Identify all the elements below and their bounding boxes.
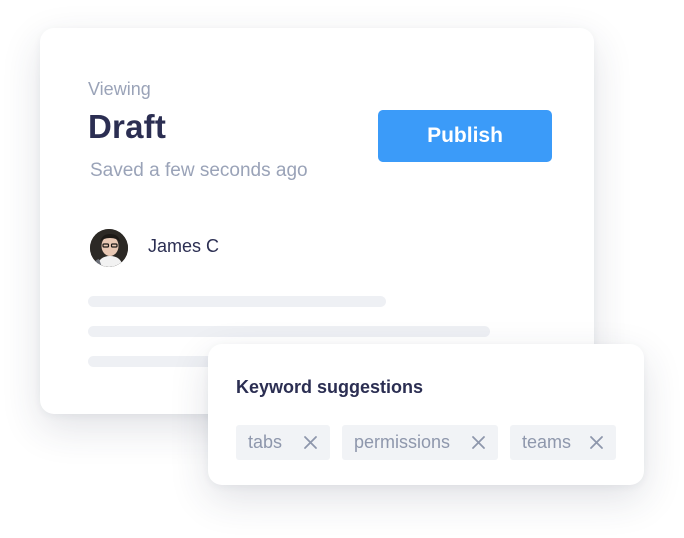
viewing-label: Viewing [88,79,151,99]
saved-status: Saved a few seconds ago [90,160,308,181]
avatar-photo [90,229,128,267]
close-icon[interactable] [303,435,318,450]
keyword-chip-label: tabs [248,432,283,452]
keyword-chip-permissions[interactable]: permissions [342,425,498,460]
close-icon[interactable] [471,435,486,450]
keyword-chip-label: permissions [354,432,451,452]
keyword-chip-teams[interactable]: teams [510,425,616,460]
close-icon[interactable] [589,435,604,450]
publish-button[interactable]: Publish [378,110,552,162]
avatar [90,229,128,267]
keyword-chip-tabs[interactable]: tabs [236,425,330,460]
author-name: James C [148,236,220,256]
keyword-suggestions-card: Keyword suggestions tabs permissions tea… [208,344,644,485]
content-placeholder-line [88,326,490,337]
content-placeholder-line [88,296,386,307]
draft-title: Draft [88,108,167,145]
keyword-suggestions-title: Keyword suggestions [236,377,424,397]
keyword-chip-label: teams [522,432,572,452]
